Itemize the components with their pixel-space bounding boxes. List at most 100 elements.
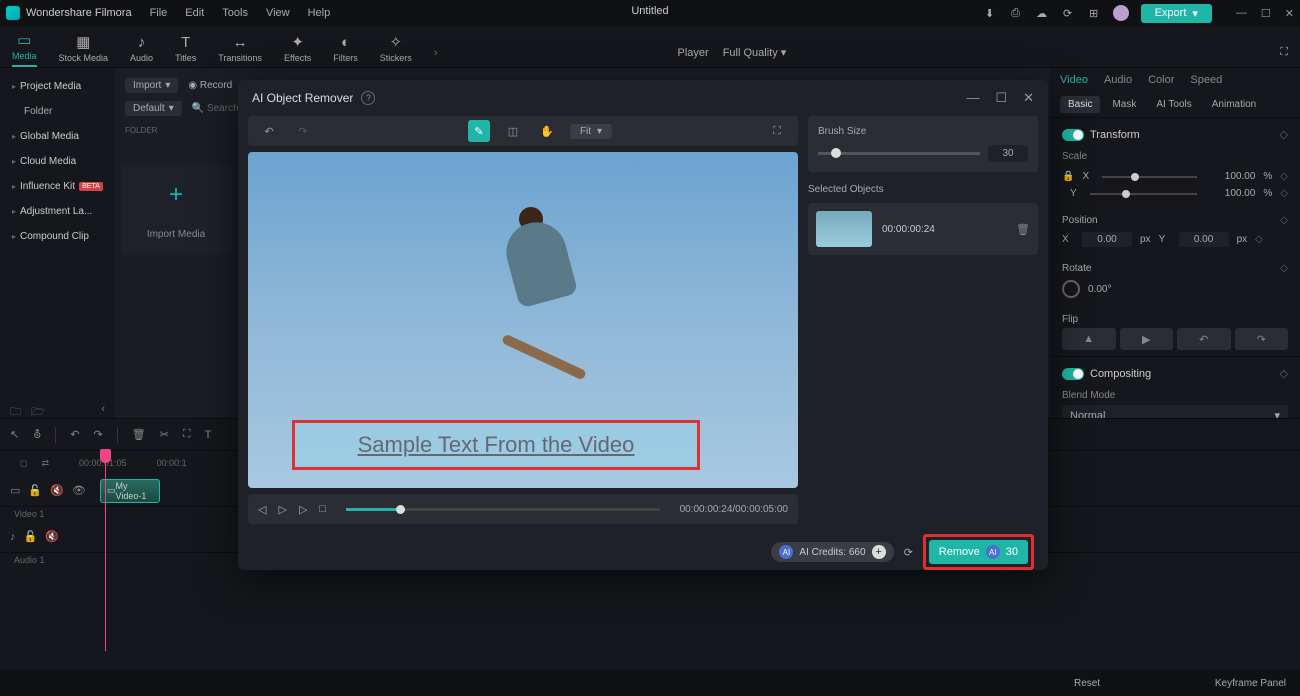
delete-icon[interactable]: 🗑 — [132, 428, 146, 441]
mute-icon[interactable]: 🔇 — [45, 530, 59, 543]
cloud-icon[interactable]: ☁ — [1035, 6, 1049, 20]
canvas[interactable]: Sample Text From the Video — [248, 152, 798, 488]
mute-icon[interactable]: 🔇 — [50, 484, 64, 497]
tab-media[interactable]: ▭Media — [12, 31, 37, 67]
lock-icon[interactable]: 🔓 — [24, 530, 38, 543]
tab-audio[interactable]: ♪Audio — [130, 34, 153, 67]
sidebar-compound[interactable]: ▸Compound Clip — [0, 224, 115, 249]
subtab-mask[interactable]: Mask — [1104, 96, 1144, 113]
playhead[interactable] — [105, 451, 106, 651]
pointer-tool-icon[interactable]: ↖ — [10, 428, 19, 441]
panel-tab-speed[interactable]: Speed — [1190, 74, 1222, 86]
compositing-toggle[interactable] — [1062, 368, 1084, 380]
sync-icon[interactable]: ⟳ — [1061, 6, 1075, 20]
tab-titles[interactable]: TTitles — [175, 34, 196, 67]
text-icon[interactable]: T — [205, 429, 212, 441]
menu-tools[interactable]: Tools — [222, 7, 248, 19]
brush-size-value[interactable]: 30 — [988, 145, 1028, 162]
import-media-button[interactable]: + Import Media — [121, 165, 231, 255]
stop-icon[interactable]: □ — [319, 503, 326, 515]
redo-icon[interactable]: ↷ — [94, 428, 103, 441]
sidebar-cloud-media[interactable]: ▸Cloud Media — [0, 149, 115, 174]
keyframe-panel-button[interactable]: Keyframe Panel — [1215, 678, 1286, 689]
download-icon[interactable]: ⬇ — [983, 6, 997, 20]
selected-object-item[interactable]: 00:00:00:24 🗑 — [808, 203, 1038, 255]
playback-slider[interactable] — [346, 508, 660, 511]
panel-tab-video[interactable]: Video — [1060, 74, 1088, 86]
remove-button[interactable]: Remove AI 30 — [929, 540, 1028, 564]
video-clip[interactable]: ▭ My Video-1 — [100, 479, 160, 503]
maximize-icon[interactable]: ☐ — [1261, 7, 1271, 20]
lock-icon[interactable]: 🔒 — [1062, 171, 1074, 182]
snapshot-icon[interactable]: ⛶ — [1280, 46, 1288, 59]
cut-icon[interactable]: ✂ — [160, 428, 169, 441]
save-icon[interactable]: ⎙ — [1009, 6, 1023, 20]
undo-icon[interactable]: ↶ — [70, 428, 79, 441]
keyframe-icon[interactable]: ◇ — [1280, 263, 1288, 274]
sidebar-project-media[interactable]: ▸Project Media — [0, 74, 115, 99]
rotate-ccw-button[interactable]: ↶ — [1177, 328, 1231, 350]
rotate-dial[interactable] — [1062, 280, 1080, 298]
folder-open-icon[interactable]: 🗁 — [31, 403, 45, 422]
tab-stickers[interactable]: ✧Stickers — [380, 33, 412, 67]
marker-icon[interactable]: ◻ — [20, 458, 27, 469]
tab-transitions[interactable]: ↔Transitions — [218, 34, 262, 67]
sidebar-influence-kit[interactable]: ▸Influence KitBETA — [0, 174, 115, 199]
add-credits-button[interactable]: + — [872, 545, 886, 559]
brush-tool-icon[interactable]: ✎ — [468, 120, 490, 142]
link-icon[interactable]: ⇄ — [41, 458, 49, 469]
rotate-cw-button[interactable]: ↷ — [1235, 328, 1289, 350]
quality-select[interactable]: Full Quality ▾ — [723, 46, 787, 59]
menu-edit[interactable]: Edit — [185, 7, 204, 19]
redo-icon[interactable]: ↷ — [292, 120, 314, 142]
keyframe-icon[interactable]: ◇ — [1280, 171, 1288, 182]
modal-maximize-icon[interactable]: ☐ — [995, 90, 1007, 106]
player-label[interactable]: Player — [678, 47, 709, 59]
menu-help[interactable]: Help — [308, 7, 331, 19]
prev-frame-icon[interactable]: ◁ — [258, 503, 266, 516]
tab-stock-media[interactable]: ▦Stock Media — [59, 33, 109, 67]
tab-filters[interactable]: ◐Filters — [333, 34, 358, 67]
chevron-right-icon[interactable]: › — [434, 47, 438, 59]
subtab-basic[interactable]: Basic — [1060, 96, 1100, 113]
modal-minimize-icon[interactable]: — — [966, 90, 979, 106]
pos-x-input[interactable] — [1082, 232, 1132, 247]
subtab-animation[interactable]: Animation — [1204, 96, 1264, 113]
help-icon[interactable]: ? — [361, 91, 375, 105]
lock-icon[interactable]: 🔓 — [28, 484, 42, 497]
transform-toggle[interactable] — [1062, 129, 1084, 141]
reset-button[interactable]: Reset — [1074, 678, 1100, 689]
folder-icon[interactable]: 🗀 — [10, 403, 21, 422]
menu-view[interactable]: View — [266, 7, 290, 19]
menu-file[interactable]: File — [150, 7, 168, 19]
panel-tab-color[interactable]: Color — [1148, 74, 1174, 86]
next-frame-icon[interactable]: ▷ — [278, 503, 286, 516]
subtab-ai-tools[interactable]: AI Tools — [1148, 96, 1199, 113]
record-button[interactable]: ◉ Record — [188, 80, 232, 91]
sidebar-global-media[interactable]: ▸Global Media — [0, 124, 115, 149]
export-button[interactable]: Export▾ — [1141, 4, 1212, 23]
minimize-icon[interactable]: — — [1236, 7, 1247, 20]
apps-icon[interactable]: ⊞ — [1087, 6, 1101, 20]
tab-effects[interactable]: ✦Effects — [284, 33, 311, 67]
sidebar-folder[interactable]: Folder — [0, 99, 115, 124]
pan-tool-icon[interactable]: ✋ — [536, 120, 558, 142]
blend-mode-select[interactable]: Normal▾ — [1062, 405, 1288, 418]
compare-icon[interactable]: ⛶ — [766, 120, 788, 142]
refresh-icon[interactable]: ⟳ — [904, 546, 913, 559]
close-icon[interactable]: ✕ — [1285, 7, 1294, 20]
keyframe-icon[interactable]: ◇ — [1280, 128, 1288, 141]
import-dropdown[interactable]: Import ▾ — [125, 78, 178, 93]
crop-icon[interactable]: ⛶ — [183, 428, 191, 441]
scale-y-slider[interactable] — [1090, 193, 1197, 195]
zoom-fit-select[interactable]: Fit▾ — [570, 124, 612, 139]
brush-size-slider[interactable] — [818, 152, 980, 155]
scale-x-slider[interactable] — [1102, 176, 1197, 178]
magnet-icon[interactable]: ⛢ — [33, 428, 41, 441]
user-avatar[interactable] — [1113, 5, 1129, 21]
flip-h-button[interactable]: ▲ — [1062, 328, 1116, 350]
play-icon[interactable]: ▷ — [299, 503, 307, 516]
keyframe-icon[interactable]: ◇ — [1280, 188, 1288, 199]
collapse-icon[interactable]: ‹ — [101, 403, 105, 422]
flip-v-button[interactable]: ▶ — [1120, 328, 1174, 350]
